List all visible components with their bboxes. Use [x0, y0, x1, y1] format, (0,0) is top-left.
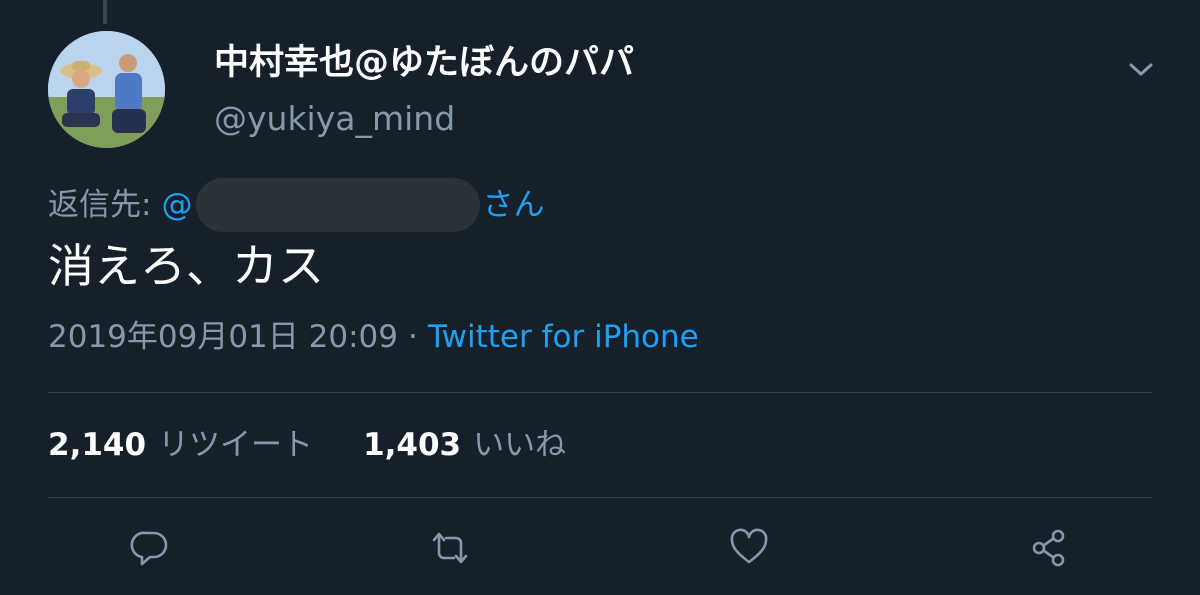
- reply-to-prefix: 返信先:: [48, 187, 152, 223]
- retweet-icon[interactable]: [428, 526, 472, 570]
- tweet-source[interactable]: Twitter for iPhone: [428, 319, 699, 355]
- likes-stat[interactable]: 1,403 いいね: [363, 424, 566, 466]
- share-icon[interactable]: [1027, 526, 1071, 570]
- retweets-label: リツイート: [158, 427, 314, 463]
- redacted-username: [196, 178, 481, 232]
- reply-to-suffix[interactable]: さん: [482, 184, 544, 226]
- likes-count: 1,403: [363, 427, 462, 463]
- tweet-stats: 2,140 リツイート 1,403 いいね: [48, 424, 616, 466]
- divider-bottom: [48, 497, 1152, 498]
- tweet-meta: 2019年09月01日 20:09 · Twitter for iPhone: [48, 316, 699, 358]
- retweets-stat[interactable]: 2,140 リツイート: [48, 424, 313, 466]
- tweet-detail-view: 中村幸也@ゆたぼんのパパ @yukiya_mind 返信先: @ さん 消えろ、…: [0, 0, 1200, 595]
- meta-separator: ·: [407, 319, 418, 355]
- thread-connector-line: [103, 0, 107, 24]
- tweet-text: 消えろ、カス: [48, 239, 324, 293]
- divider-top: [48, 392, 1152, 393]
- user-handle[interactable]: @yukiya_mind: [214, 98, 455, 140]
- reply-to-line: 返信先: @ さん: [48, 178, 544, 232]
- likes-label: いいね: [473, 427, 567, 463]
- reply-to-at[interactable]: @: [161, 184, 192, 226]
- avatar-photo: [48, 31, 165, 148]
- reply-icon[interactable]: [128, 526, 172, 570]
- display-name[interactable]: 中村幸也@ゆたぼんのパパ: [214, 42, 634, 84]
- heart-icon[interactable]: [727, 526, 771, 570]
- retweets-count: 2,140: [48, 427, 147, 463]
- timestamp[interactable]: 2019年09月01日 20:09: [48, 319, 398, 355]
- avatar[interactable]: [48, 31, 165, 148]
- chevron-down-icon[interactable]: [1124, 54, 1158, 84]
